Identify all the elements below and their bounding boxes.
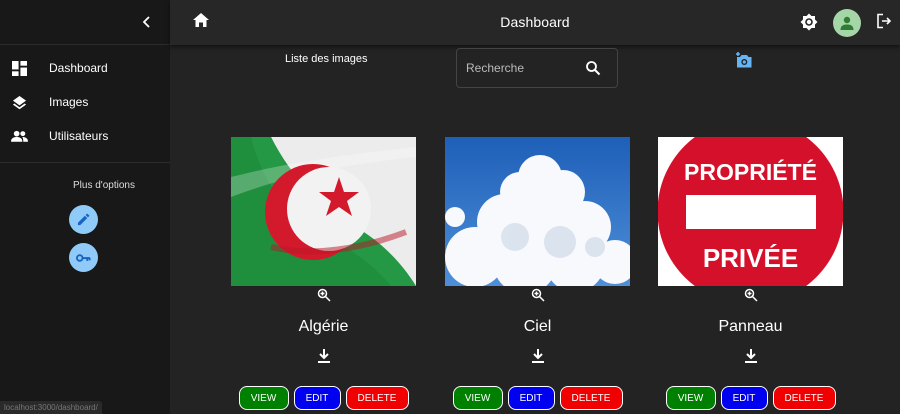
brightness-icon xyxy=(800,13,818,31)
status-url: localhost:3000/dashboard/ xyxy=(0,401,102,414)
sign-top-text: PROPRIÉTÉ xyxy=(684,158,817,185)
sidebar: Dashboard Images Utilisateurs Plus d'opt… xyxy=(0,0,170,414)
image-card-algerie: Algérie VIEW EDIT DELETE xyxy=(231,137,416,410)
sign-bottom-text: PRIVÉE xyxy=(703,243,798,273)
card-actions: VIEW EDIT DELETE xyxy=(231,386,416,410)
key-button[interactable] xyxy=(69,243,98,272)
layers-icon xyxy=(10,93,28,111)
theme-toggle-button[interactable] xyxy=(800,13,818,31)
card-image[interactable] xyxy=(231,137,416,286)
view-button[interactable]: VIEW xyxy=(665,386,716,410)
edit-button[interactable]: EDIT xyxy=(507,386,555,410)
delete-button[interactable]: DELETE xyxy=(345,386,409,410)
search-input[interactable] xyxy=(466,59,576,77)
image-card-panneau: PROPRIÉTÉ PRIVÉE Panneau VIEW EDIT DELET… xyxy=(658,137,843,410)
view-button[interactable]: VIEW xyxy=(452,386,503,410)
logout-button[interactable] xyxy=(876,13,894,31)
sidebar-item-label: Dashboard xyxy=(49,61,108,75)
collapse-sidebar-button[interactable] xyxy=(138,13,156,31)
page-title: Dashboard xyxy=(500,14,570,30)
card-actions: VIEW EDIT DELETE xyxy=(658,386,843,410)
zoom-in-icon[interactable] xyxy=(317,288,331,302)
key-icon xyxy=(76,253,91,262)
sign-image: PROPRIÉTÉ PRIVÉE xyxy=(658,137,843,286)
add-photo-button[interactable] xyxy=(735,52,753,70)
download-icon[interactable] xyxy=(531,349,545,363)
card-image[interactable]: PROPRIÉTÉ PRIVÉE xyxy=(658,137,843,286)
pencil-icon xyxy=(77,213,90,226)
delete-button[interactable]: DELETE xyxy=(772,386,836,410)
people-icon xyxy=(10,127,28,145)
card-title: Ciel xyxy=(523,318,552,335)
sky-image xyxy=(445,137,630,286)
flag-image xyxy=(231,137,416,286)
sidebar-divider xyxy=(0,162,170,163)
sidebar-item-images[interactable]: Images xyxy=(0,85,170,119)
user-avatar[interactable] xyxy=(833,9,861,37)
sidebar-header xyxy=(0,0,170,45)
chevron-left-icon xyxy=(142,16,150,28)
sidebar-item-label: Images xyxy=(49,95,89,109)
search-icon[interactable] xyxy=(585,60,601,76)
download-icon[interactable] xyxy=(744,349,758,363)
sidebar-item-utilisateurs[interactable]: Utilisateurs xyxy=(0,119,170,153)
dashboard-icon xyxy=(10,59,28,77)
add-photo-icon xyxy=(736,52,752,68)
search-box xyxy=(456,48,618,88)
card-image[interactable] xyxy=(445,137,630,286)
zoom-in-icon[interactable] xyxy=(531,288,545,302)
logout-icon xyxy=(877,13,892,29)
more-options-label: Plus d'options xyxy=(73,180,135,191)
edit-button[interactable]: EDIT xyxy=(293,386,341,410)
app-bar: Dashboard xyxy=(170,0,900,45)
view-button[interactable]: VIEW xyxy=(238,386,289,410)
zoom-in-icon[interactable] xyxy=(744,288,758,302)
card-title: Panneau xyxy=(718,318,783,335)
edit-button[interactable]: EDIT xyxy=(720,386,768,410)
delete-button[interactable]: DELETE xyxy=(559,386,623,410)
list-title: Liste des images xyxy=(285,53,368,65)
card-title: Algérie xyxy=(298,318,349,335)
edit-pencil-button[interactable] xyxy=(69,205,98,234)
sidebar-nav: Dashboard Images Utilisateurs xyxy=(0,45,170,153)
image-card-ciel: Ciel VIEW EDIT DELETE xyxy=(445,137,630,410)
sidebar-item-dashboard[interactable]: Dashboard xyxy=(0,51,170,85)
sidebar-item-label: Utilisateurs xyxy=(49,129,109,143)
person-icon xyxy=(840,16,854,30)
download-icon[interactable] xyxy=(317,349,331,363)
card-actions: VIEW EDIT DELETE xyxy=(445,386,630,410)
